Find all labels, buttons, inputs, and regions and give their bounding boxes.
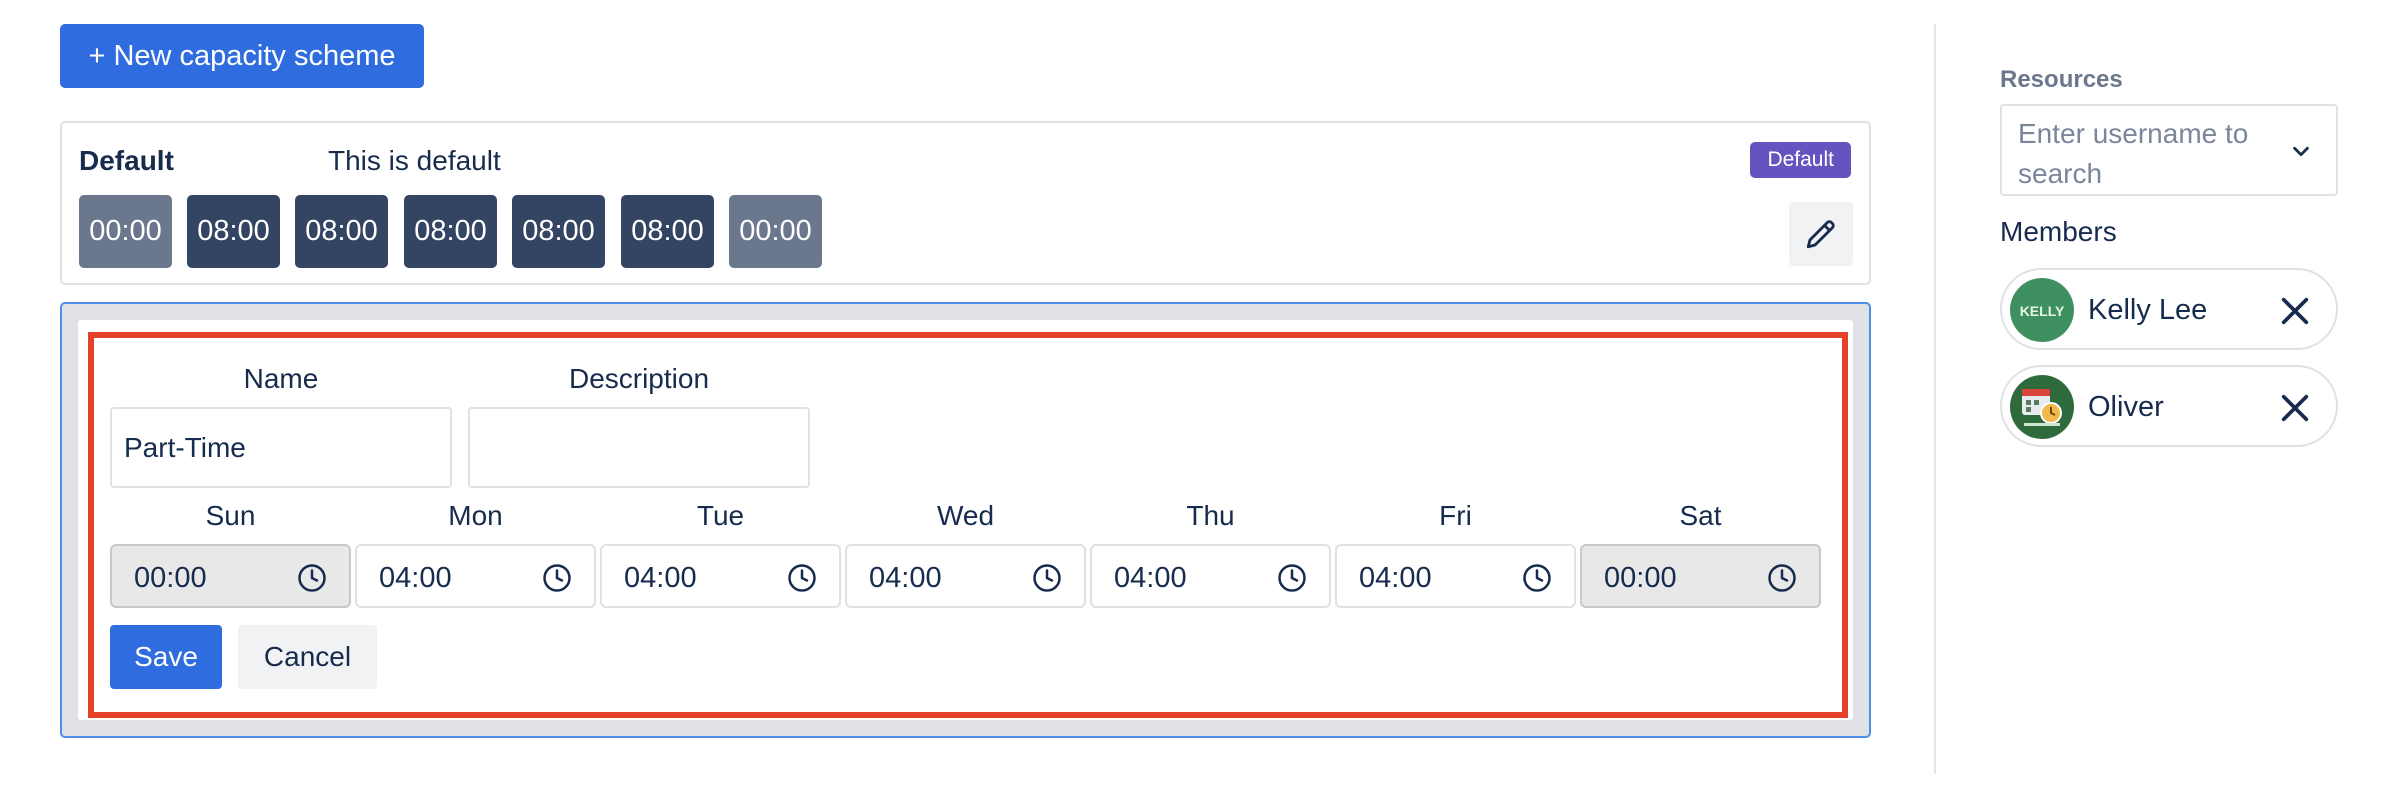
day-chip-fri: 08:00 <box>621 195 714 268</box>
day-chip-mon: 08:00 <box>187 195 280 268</box>
time-value: 04:00 <box>1359 562 1432 594</box>
member-item: KELLY Kelly Lee <box>2000 268 2338 350</box>
clock-icon <box>788 564 816 592</box>
chevron-down-icon <box>2293 146 2309 157</box>
resources-select[interactable]: Enter username to search <box>2000 104 2338 196</box>
edit-scheme-button[interactable] <box>1789 202 1853 266</box>
member-name: Oliver <box>2088 391 2164 423</box>
day-label-fri: Fri <box>1439 500 1472 531</box>
day-label-wed: Wed <box>936 500 995 531</box>
day-label-sat: Sat <box>1679 500 1722 531</box>
close-icon[interactable] <box>2278 391 2312 425</box>
day-chip-thu: 08:00 <box>512 195 605 268</box>
clock-icon <box>1278 564 1306 592</box>
time-input-sat[interactable]: 00:00 <box>1580 544 1821 608</box>
avatar-calendar-clock <box>2010 375 2074 439</box>
default-scheme-card: Default This is default Default 00:00 08… <box>60 121 1871 285</box>
avatar: KELLY <box>2010 278 2074 342</box>
time-input-tue[interactable]: 04:00 <box>600 544 841 608</box>
time-value: 04:00 <box>1114 562 1187 594</box>
clock-icon <box>1523 564 1551 592</box>
member-name: Kelly Lee <box>2088 294 2208 326</box>
day-chip-tue: 08:00 <box>295 195 388 268</box>
default-badge: Default <box>1750 142 1851 178</box>
scheme-name: Default <box>79 145 174 176</box>
time-input-wed[interactable]: 04:00 <box>845 544 1086 608</box>
name-label: Name <box>243 363 319 394</box>
clock-icon <box>543 564 571 592</box>
day-label-thu: Thu <box>1186 500 1235 531</box>
time-value: 04:00 <box>624 562 697 594</box>
day-label-mon: Mon <box>448 500 503 531</box>
avatar-kelly: KELLY <box>2010 278 2074 342</box>
day-chip-sat: 00:00 <box>729 195 822 268</box>
time-value: 00:00 <box>134 562 207 594</box>
time-input-sun[interactable]: 00:00 <box>110 544 351 608</box>
members-label: Members <box>2000 216 2117 247</box>
scheme-description: This is default <box>328 145 501 176</box>
clock-icon <box>1033 564 1061 592</box>
resources-placeholder: Enter username to search <box>2018 118 2249 189</box>
sidebar-divider <box>1934 24 1936 774</box>
description-label: Description <box>568 363 710 394</box>
day-chip-sun: 00:00 <box>79 195 172 268</box>
day-label-sun: Sun <box>205 500 256 531</box>
resources-label: Resources <box>2000 66 2123 93</box>
close-icon[interactable] <box>2278 294 2312 328</box>
description-input[interactable] <box>468 407 810 488</box>
new-capacity-scheme-button[interactable]: + New capacity scheme <box>60 24 424 88</box>
pencil-icon <box>1806 220 1835 249</box>
time-input-fri[interactable]: 04:00 <box>1335 544 1576 608</box>
day-chip-wed: 08:00 <box>404 195 497 268</box>
clock-icon <box>298 564 326 592</box>
member-item: Oliver <box>2000 365 2338 447</box>
time-input-thu[interactable]: 04:00 <box>1090 544 1331 608</box>
svg-text:KELLY: KELLY <box>2020 303 2065 319</box>
time-value: 04:00 <box>379 562 452 594</box>
day-label-tue: Tue <box>696 500 745 531</box>
name-input[interactable] <box>110 407 452 488</box>
clock-icon <box>1768 564 1796 592</box>
cancel-button[interactable]: Cancel <box>238 625 377 689</box>
time-input-mon[interactable]: 04:00 <box>355 544 596 608</box>
avatar <box>2010 375 2074 439</box>
time-value: 00:00 <box>1604 562 1677 594</box>
time-value: 04:00 <box>869 562 942 594</box>
save-button[interactable]: Save <box>110 625 222 689</box>
